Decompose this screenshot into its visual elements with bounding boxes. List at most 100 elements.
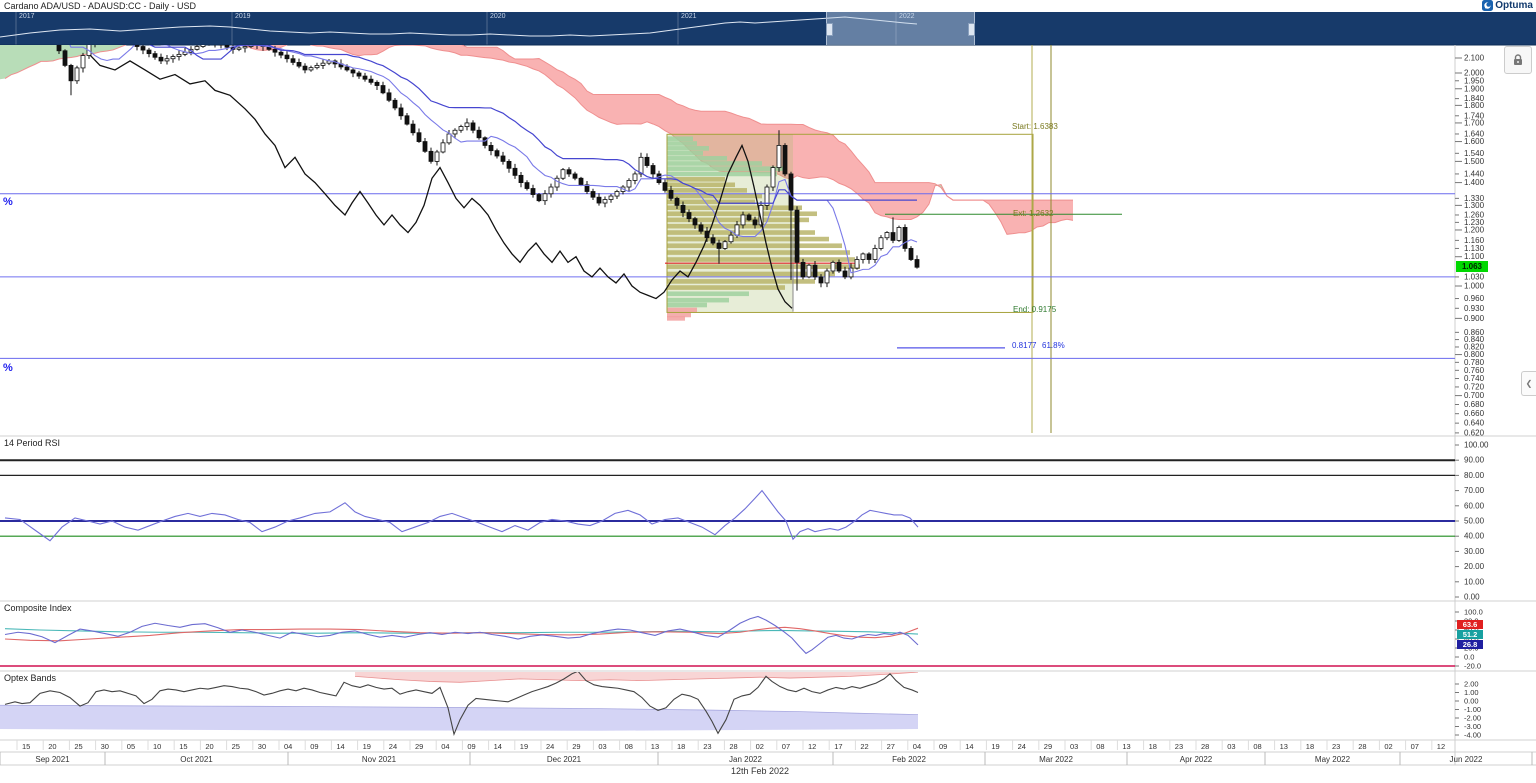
lock-button[interactable] xyxy=(1504,46,1532,74)
rsi-panel-title: 14 Period RSI xyxy=(4,438,60,448)
day-axis-label: 13 xyxy=(651,742,659,751)
timeline-selection-range[interactable] xyxy=(826,12,975,45)
month-axis-label: May 2022 xyxy=(1315,755,1351,764)
day-axis-label: 29 xyxy=(415,742,423,751)
day-axis-label: 29 xyxy=(572,742,580,751)
day-axis-label: 18 xyxy=(677,742,685,751)
svg-text:0.00: 0.00 xyxy=(1464,593,1480,602)
day-axis-label: 22 xyxy=(860,742,868,751)
fib-start-label[interactable]: Start: 1.6383 xyxy=(1012,122,1058,131)
window-title: Cardano ADA/USD - ADAUSD:CC - Daily - US… xyxy=(4,1,196,11)
svg-text:0.700: 0.700 xyxy=(1464,391,1485,400)
composite-panel-title: Composite Index xyxy=(4,603,72,613)
timeline-selection-right-handle[interactable] xyxy=(968,23,975,36)
month-axis-label: Jun 2022 xyxy=(1450,755,1483,764)
day-axis-label: 10 xyxy=(153,742,161,751)
svg-text:1.700: 1.700 xyxy=(1464,118,1485,127)
svg-text:10.00: 10.00 xyxy=(1464,577,1485,586)
svg-text:1.400: 1.400 xyxy=(1464,178,1485,187)
timeline-selection-left-handle[interactable] xyxy=(826,23,833,36)
optuma-app-window: 2.1002.0001.9501.9001.8401.8001.7401.700… xyxy=(0,0,1536,783)
day-axis-label: 27 xyxy=(887,742,895,751)
timeline-year-2017: 2017 xyxy=(19,13,35,20)
svg-text:0.960: 0.960 xyxy=(1464,294,1485,303)
svg-text:60.00: 60.00 xyxy=(1464,501,1485,510)
svg-text:1.000: 1.000 xyxy=(1464,281,1485,290)
svg-text:0.720: 0.720 xyxy=(1464,382,1485,391)
day-axis-label: 25 xyxy=(232,742,240,751)
day-axis-label: 15 xyxy=(179,742,187,751)
chart-canvas[interactable]: 2.1002.0001.9501.9001.8401.8001.7401.700… xyxy=(0,0,1536,783)
day-axis-label: 14 xyxy=(494,742,502,751)
optuma-logo-text: Optuma xyxy=(1495,0,1533,11)
day-axis-label: 08 xyxy=(1253,742,1261,751)
month-axis-label: Feb 2022 xyxy=(892,755,926,764)
optuma-logo-icon xyxy=(1482,0,1493,11)
day-axis-label: 04 xyxy=(913,742,921,751)
chevron-left-icon: ❮ xyxy=(1526,379,1533,388)
svg-text:40.00: 40.00 xyxy=(1464,532,1485,541)
day-axis-label: 30 xyxy=(101,742,109,751)
composite-value-badge-teal: 51.2 xyxy=(1457,630,1483,639)
svg-text:1.600: 1.600 xyxy=(1464,137,1485,146)
svg-text:1.030: 1.030 xyxy=(1464,272,1485,281)
svg-text:0.900: 0.900 xyxy=(1464,314,1485,323)
svg-text:1.800: 1.800 xyxy=(1464,101,1485,110)
day-axis-label: 02 xyxy=(756,742,764,751)
svg-text:1.440: 1.440 xyxy=(1464,169,1485,178)
day-axis-label: 02 xyxy=(1384,742,1392,751)
composite-value-badge-red: 63.6 xyxy=(1457,620,1483,629)
month-axis-label: Nov 2021 xyxy=(362,755,397,764)
day-axis-label: 20 xyxy=(48,742,56,751)
day-axis-label: 13 xyxy=(1122,742,1130,751)
month-axis-label: Sep 2021 xyxy=(35,755,70,764)
svg-text:0.640: 0.640 xyxy=(1464,419,1485,428)
svg-text:0.620: 0.620 xyxy=(1464,428,1485,437)
day-axis-label: 17 xyxy=(834,742,842,751)
svg-text:30.00: 30.00 xyxy=(1464,547,1485,556)
svg-text:70.00: 70.00 xyxy=(1464,486,1485,495)
svg-text:-20.0: -20.0 xyxy=(1464,662,1481,671)
svg-text:1.300: 1.300 xyxy=(1464,201,1485,210)
day-axis-label: 28 xyxy=(729,742,737,751)
day-axis-label: 24 xyxy=(546,742,554,751)
day-axis-label: 23 xyxy=(1332,742,1340,751)
day-axis-label: 12 xyxy=(1437,742,1445,751)
day-axis-label: 20 xyxy=(205,742,213,751)
svg-text:50.00: 50.00 xyxy=(1464,517,1485,526)
composite-value-badge-navy: 26.8 xyxy=(1457,640,1483,649)
svg-text:100.0: 100.0 xyxy=(1464,608,1483,617)
day-axis-label: 12 xyxy=(808,742,816,751)
lock-icon xyxy=(1511,53,1525,67)
day-axis-label: 03 xyxy=(1227,742,1235,751)
day-axis-label: 23 xyxy=(703,742,711,751)
last-price-badge: 1.063 xyxy=(1456,261,1488,272)
svg-text:2.100: 2.100 xyxy=(1464,54,1485,63)
day-axis-label: 28 xyxy=(1358,742,1366,751)
svg-text:90.00: 90.00 xyxy=(1464,456,1485,465)
day-axis-label: 24 xyxy=(389,742,397,751)
day-axis-label: 15 xyxy=(22,742,30,751)
day-axis-label: 07 xyxy=(782,742,790,751)
day-axis-label: 08 xyxy=(1096,742,1104,751)
collapse-axis-button[interactable]: ❮ xyxy=(1521,371,1536,396)
month-axis-label: Apr 2022 xyxy=(1180,755,1213,764)
month-axis-label: Dec 2021 xyxy=(547,755,582,764)
fib-percent-label-upper: % xyxy=(3,196,13,208)
day-axis-label: 03 xyxy=(598,742,606,751)
fib-ext-label[interactable]: Ext: 1.2632 xyxy=(1013,209,1053,218)
fib-retracement-value[interactable]: 0.8177 xyxy=(1012,341,1036,350)
day-axis-label: 18 xyxy=(1306,742,1314,751)
svg-text:-4.00: -4.00 xyxy=(1464,731,1481,740)
day-axis-label: 09 xyxy=(310,742,318,751)
optex-panel-title: Optex Bands xyxy=(4,673,56,683)
fib-percent-label-lower: % xyxy=(3,362,13,374)
day-axis-label: 14 xyxy=(336,742,344,751)
day-axis-label: 14 xyxy=(965,742,973,751)
day-axis-label: 19 xyxy=(363,742,371,751)
svg-text:1.900: 1.900 xyxy=(1464,84,1485,93)
svg-text:0.660: 0.660 xyxy=(1464,409,1485,418)
svg-text:100.00: 100.00 xyxy=(1464,441,1489,450)
svg-text:20.00: 20.00 xyxy=(1464,562,1485,571)
fib-end-label[interactable]: End: 0.9175 xyxy=(1013,305,1056,314)
